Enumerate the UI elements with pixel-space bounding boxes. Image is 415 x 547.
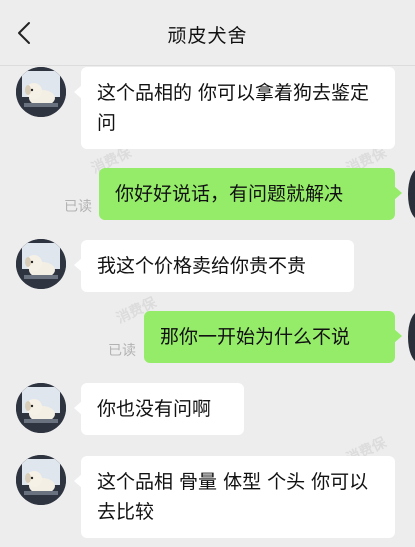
chat-title: 顽皮犬舍 bbox=[167, 25, 248, 47]
contact-avatar[interactable] bbox=[16, 239, 66, 289]
message-bubble-incoming[interactable]: 我这个价格卖给你贵不贵 bbox=[74, 240, 354, 292]
message-bubble-incoming[interactable]: 你也没有问啊 bbox=[74, 383, 244, 435]
message-bubble-incoming[interactable]: 这个品相 骨量 体型 个头 你可以去比较 bbox=[74, 456, 395, 538]
self-avatar[interactable] bbox=[408, 312, 415, 362]
contact-avatar[interactable] bbox=[16, 455, 66, 505]
self-avatar[interactable] bbox=[408, 169, 415, 219]
navigation-bar: 顽皮犬舍 bbox=[0, 0, 415, 66]
chat-screen: 消费保 消费保 消费保 消费保 消费保 顽皮犬舍 这个品相的 你可以拿着狗去鉴定… bbox=[0, 0, 415, 547]
contact-avatar[interactable] bbox=[16, 383, 66, 433]
read-status: 已读 bbox=[64, 199, 92, 215]
read-status: 已读 bbox=[108, 343, 136, 359]
message-bubble-outgoing[interactable]: 你好好说话，有问题就解决 bbox=[99, 168, 402, 220]
message-bubble-outgoing[interactable]: 那你一开始为什么不说 bbox=[144, 311, 402, 363]
contact-avatar[interactable] bbox=[16, 67, 66, 117]
message-bubble-incoming[interactable]: 这个品相的 你可以拿着狗去鉴定问 bbox=[74, 67, 395, 149]
